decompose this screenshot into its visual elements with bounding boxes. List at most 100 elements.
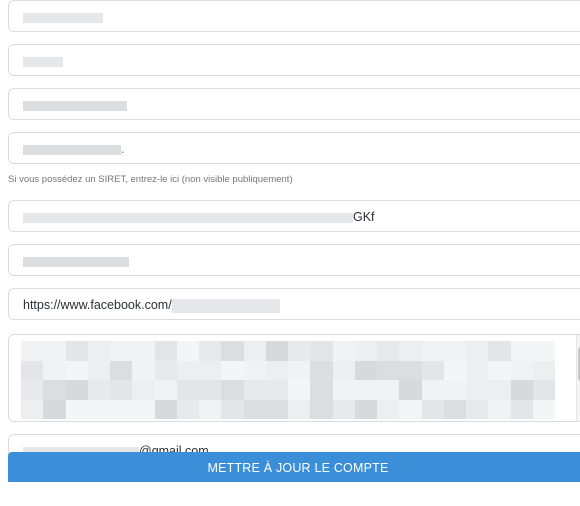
mosaic-cell [466, 380, 489, 400]
mosaic-cell [87, 380, 110, 400]
siret-hint: Si vous possédez un SIRET, entrez-le ici… [8, 174, 293, 185]
mosaic-cell [466, 399, 489, 419]
mosaic-cell [243, 360, 266, 380]
mosaic-cell [354, 399, 377, 419]
field-3-value [23, 97, 127, 113]
mosaic-cell [176, 380, 199, 400]
mosaic-cell [87, 341, 110, 361]
mosaic-cell [421, 380, 444, 400]
mosaic-cell [443, 360, 466, 380]
mosaic-cell [154, 380, 177, 400]
mosaic-cell [288, 341, 311, 361]
mosaic-cell [21, 341, 44, 361]
mosaic-cell [421, 360, 444, 380]
mosaic-cell [510, 341, 533, 361]
mosaic-cell [199, 380, 222, 400]
mosaic-cell [243, 341, 266, 361]
mosaic-cell [399, 399, 422, 419]
field-1-value [23, 9, 103, 25]
mosaic-cell [110, 380, 133, 400]
mosaic-cell [510, 380, 533, 400]
siret-field[interactable]: GKf [8, 200, 580, 232]
redacted-text [23, 212, 353, 223]
mosaic-cell [532, 399, 555, 419]
update-account-button[interactable]: METTRE À JOUR LE COMPTE [8, 452, 580, 482]
mosaic-cell [421, 399, 444, 419]
mosaic-cell [466, 360, 489, 380]
mosaic-cell [110, 360, 133, 380]
text-field-6[interactable] [8, 244, 580, 276]
mosaic-cell [110, 399, 133, 419]
text-field-2[interactable] [8, 44, 580, 76]
mosaic-cell [176, 360, 199, 380]
redacted-text [23, 100, 127, 111]
mosaic-cell [310, 360, 333, 380]
description-textarea[interactable] [8, 334, 580, 422]
mosaic-cell [354, 360, 377, 380]
mosaic-cell [221, 380, 244, 400]
mosaic-cell [532, 360, 555, 380]
mosaic-cell [65, 399, 88, 419]
mosaic-cell [332, 360, 355, 380]
mosaic-cell [377, 360, 400, 380]
mosaic-cell [43, 399, 66, 419]
mosaic-cell [399, 380, 422, 400]
mosaic-cell [110, 341, 133, 361]
mosaic-cell [488, 399, 511, 419]
mosaic-cell [443, 399, 466, 419]
mosaic-cell [21, 360, 44, 380]
mosaic-cell [199, 399, 222, 419]
mosaic-cell [176, 399, 199, 419]
mosaic-cell [21, 380, 44, 400]
mosaic-cell [21, 399, 44, 419]
mosaic-cell [310, 399, 333, 419]
mosaic-cell [243, 380, 266, 400]
siret-value: GKf [23, 209, 375, 225]
mosaic-cell [354, 341, 377, 361]
mosaic-cell [421, 341, 444, 361]
mosaic-cell [154, 360, 177, 380]
mosaic-cell [443, 341, 466, 361]
mosaic-cell [466, 341, 489, 361]
mosaic-cell [332, 341, 355, 361]
mosaic-cell [288, 360, 311, 380]
mosaic-cell [265, 399, 288, 419]
text-field-4[interactable]: . [8, 132, 580, 164]
mosaic-cell [399, 360, 422, 380]
mosaic-cell [288, 380, 311, 400]
mosaic-cell [199, 360, 222, 380]
mosaic-cell [332, 399, 355, 419]
mosaic-cell [510, 399, 533, 419]
redacted-text [23, 12, 103, 23]
mosaic-cell [43, 380, 66, 400]
mosaic-cell [332, 380, 355, 400]
mosaic-cell [310, 380, 333, 400]
mosaic-cell [199, 341, 222, 361]
text-field-3[interactable] [8, 88, 580, 120]
mosaic-cell [132, 380, 155, 400]
mosaic-cell [154, 399, 177, 419]
mosaic-cell [288, 399, 311, 419]
facebook-url-field[interactable]: https://www.facebook.com/ [8, 288, 580, 320]
mosaic-cell [377, 399, 400, 419]
mosaic-cell [399, 341, 422, 361]
mosaic-cell [488, 380, 511, 400]
text-field-1[interactable] [8, 0, 580, 32]
mosaic-cell [65, 380, 88, 400]
mosaic-cell [354, 380, 377, 400]
mosaic-cell [265, 341, 288, 361]
field-2-value [23, 53, 63, 69]
facebook-url-value: https://www.facebook.com/ [23, 297, 280, 313]
redacted-text [23, 256, 129, 267]
mosaic-cell [221, 360, 244, 380]
mosaic-cell [43, 341, 66, 361]
redacted-text [171, 298, 280, 313]
mosaic-cell [65, 341, 88, 361]
mosaic-cell [377, 380, 400, 400]
mosaic-cell [132, 341, 155, 361]
mosaic-cell [132, 399, 155, 419]
textarea-scrollbar[interactable] [576, 335, 580, 421]
mosaic-cell [510, 360, 533, 380]
mosaic-cell [265, 360, 288, 380]
mosaic-cell [65, 360, 88, 380]
